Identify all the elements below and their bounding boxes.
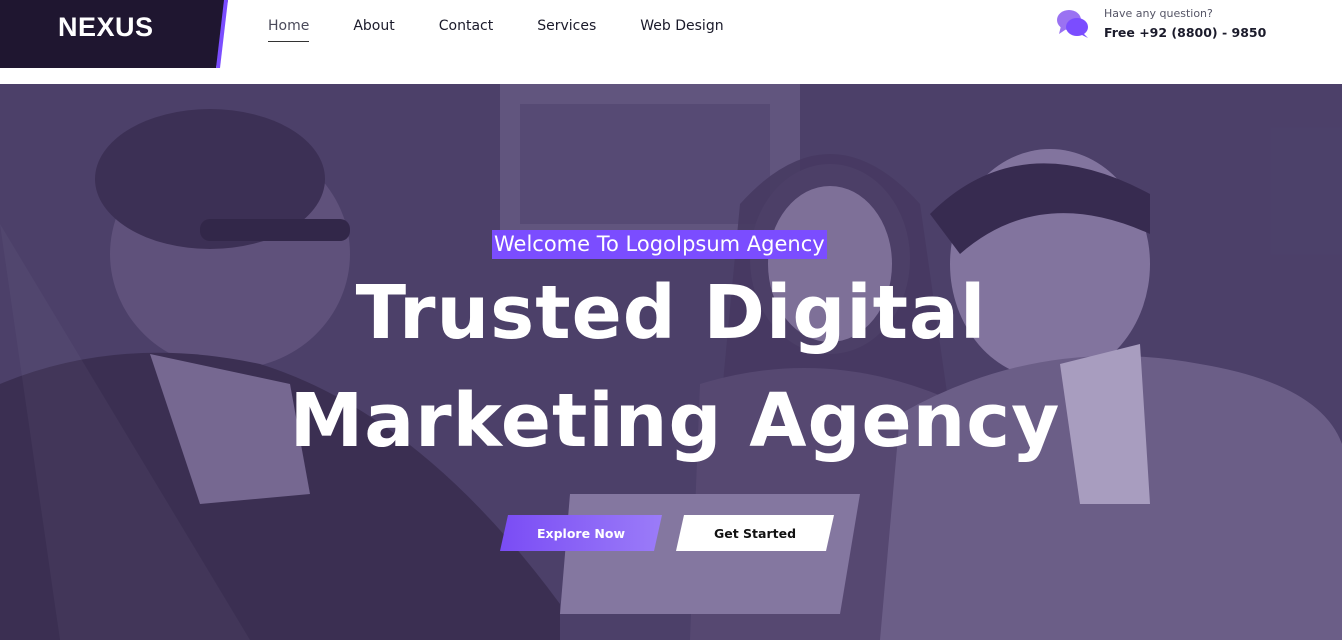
nav-item-contact[interactable]: Contact — [439, 16, 493, 36]
nav-item-services[interactable]: Services — [537, 16, 596, 36]
nav-item-web-design[interactable]: Web Design — [640, 16, 723, 36]
explore-now-button[interactable]: Explore Now — [500, 515, 662, 551]
nav-item-home[interactable]: Home — [268, 16, 310, 42]
contact-phone[interactable]: Free +92 (8800) - 9850 — [1104, 25, 1266, 40]
nav-item-about[interactable]: About — [353, 16, 394, 36]
hero-headline-line1: Trusted Digital — [355, 270, 987, 356]
main-nav: Home About Contact Services Web Design — [268, 16, 768, 42]
contact-question: Have any question? — [1104, 7, 1213, 20]
chat-bubbles-icon — [1057, 10, 1088, 38]
get-started-button[interactable]: Get Started — [676, 515, 834, 551]
hero-headline-line2: Marketing Agency — [289, 378, 1061, 464]
hero-section: Welcome To LogoIpsum Agency Trusted Digi… — [0, 84, 1342, 640]
site-header: NEXUS Home About Contact Services Web De… — [0, 0, 1342, 84]
hero-purple-overlay — [0, 84, 1342, 640]
brand-logo[interactable]: NEXUS — [58, 12, 154, 43]
hero-welcome-tag: Welcome To LogoIpsum Agency — [492, 230, 827, 259]
